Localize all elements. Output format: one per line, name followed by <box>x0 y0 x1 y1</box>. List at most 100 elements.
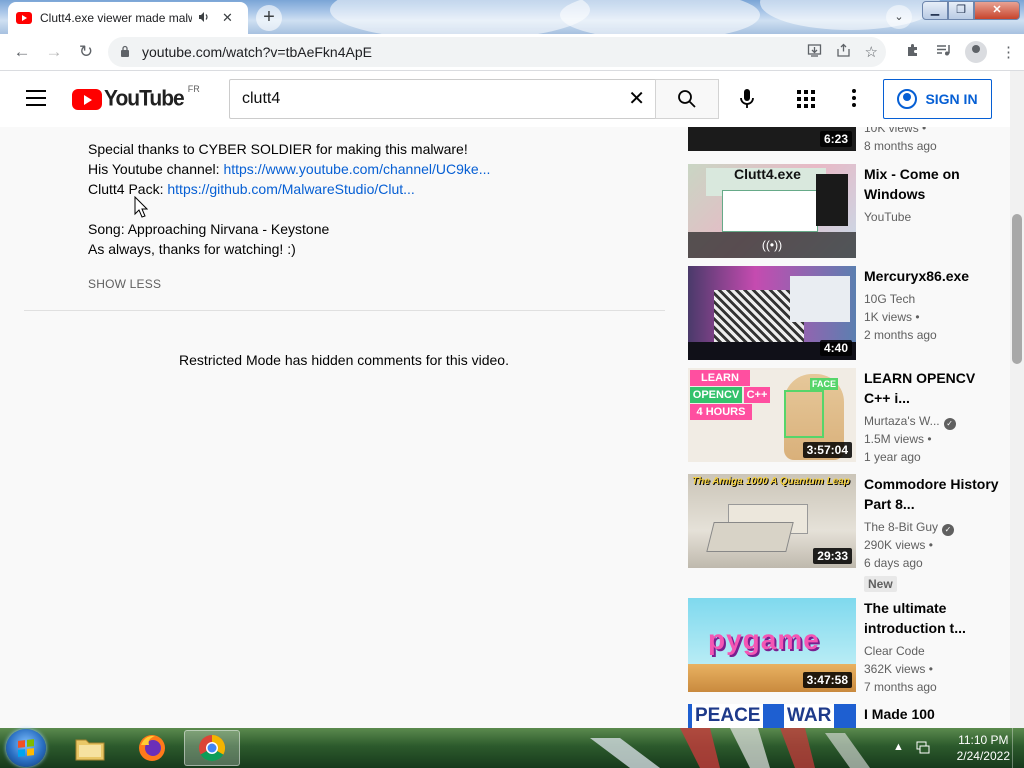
browser-tab-strip: Clutt4.exe viewer made malware ✕ + ⌄ ▁ ❐… <box>0 0 1024 34</box>
description-line: As always, thanks for watching! :) <box>88 241 296 257</box>
thumbnail-text: OPENCV <box>690 387 742 403</box>
video-channel[interactable]: YouTube <box>864 208 1004 226</box>
video-thumbnail[interactable]: Clutt4.exe ((•)) <box>688 164 856 258</box>
browser-tab-active[interactable]: Clutt4.exe viewer made malware ✕ <box>8 2 248 34</box>
video-info: Mercuryx86.exe 10G Tech 1K views • 2 mon… <box>864 266 1004 344</box>
install-app-icon[interactable] <box>807 43 822 62</box>
firefox-icon <box>139 735 165 761</box>
browser-right-tools: ⋮ <box>905 37 1016 67</box>
video-title[interactable]: Mix - Come on Windows <box>864 164 1004 204</box>
window-controls: ▁ ❐ ✕ <box>922 1 1020 20</box>
media-controls-icon[interactable] <box>935 42 951 62</box>
search-button[interactable] <box>655 79 719 119</box>
verified-check-icon: ✓ <box>943 418 956 430</box>
video-thumbnail[interactable]: PEACE WAR <box>688 704 856 728</box>
search-icon <box>678 90 696 108</box>
video-title[interactable]: I Made 100 <box>864 704 1004 724</box>
show-less-button[interactable]: SHOW LESS <box>88 277 161 291</box>
video-title[interactable]: Commodore History Part 8... <box>864 474 1004 514</box>
video-thumbnail[interactable]: The Amiga 1000 A Quantum Leap 29:33 <box>688 474 856 568</box>
extensions-puzzle-icon[interactable] <box>905 42 921 62</box>
video-thumbnail[interactable]: LEARN OPENCV C++ 4 HOURS FACE 3:57:04 <box>688 368 856 462</box>
taskbar-explorer[interactable] <box>62 730 118 766</box>
maximize-button[interactable]: ❐ <box>948 1 974 20</box>
video-channel[interactable]: Clear Code <box>864 642 1004 660</box>
video-age: 2 months ago <box>864 328 937 342</box>
video-channel[interactable]: Murtaza's W... ✓ <box>864 412 1004 430</box>
youtube-wordmark: YouTube <box>104 86 185 111</box>
description-line: Special thanks to CYBER SOLDIER for maki… <box>88 141 468 157</box>
sky-cloud <box>330 0 590 34</box>
profile-avatar-icon[interactable] <box>965 41 987 63</box>
browser-toolbar: ← → ↻ youtube.com/watch?v=tbAeFkn4ApE ☆ … <box>0 34 1024 71</box>
tab-search-chevron-icon[interactable]: ⌄ <box>886 5 912 29</box>
network-icon[interactable] <box>916 741 930 758</box>
github-link[interactable]: https://github.com/MalwareStudio/Clut... <box>167 181 414 197</box>
thumbnail-text: LEARN <box>690 370 750 386</box>
recommended-video[interactable]: 4:40 Mercuryx86.exe 10G Tech 1K views • … <box>688 266 1008 360</box>
chrome-menu-icon[interactable]: ⋮ <box>1001 43 1016 61</box>
thumbnail-text: WAR <box>784 704 835 728</box>
video-description: Special thanks to CYBER SOLDIER for maki… <box>88 127 490 259</box>
video-channel[interactable]: The 8-Bit Guy ✓ <box>864 518 1004 536</box>
search-query: clutt4 <box>242 90 281 107</box>
recommended-video[interactable]: pygame 3:47:58 The ultimate introduction… <box>688 598 1008 694</box>
taskbar-chrome[interactable] <box>184 730 240 766</box>
omnibox-actions: ☆ <box>807 37 878 67</box>
clock[interactable]: 11:10 PM 2/24/2022 <box>957 732 1010 764</box>
minimize-button[interactable]: ▁ <box>922 1 948 20</box>
start-button[interactable] <box>6 729 46 767</box>
youtube-logo[interactable]: YouTube FR <box>72 84 200 111</box>
video-views: 10K views • <box>864 127 927 135</box>
close-window-button[interactable]: ✕ <box>974 1 1020 20</box>
system-tray: ▲ <box>893 741 930 758</box>
recommendations-sidebar: 6:23 10K views • 8 months ago Clutt4.exe… <box>680 127 1010 728</box>
show-hidden-icons-arrow-icon[interactable]: ▲ <box>893 741 904 758</box>
clear-search-icon[interactable]: ✕ <box>628 88 645 110</box>
page-scrollbar[interactable] <box>1010 71 1024 728</box>
video-thumbnail[interactable]: pygame 3:47:58 <box>688 598 856 692</box>
description-line: Song: Approaching Nirvana - Keystone <box>88 221 330 237</box>
bookmark-star-icon[interactable]: ☆ <box>865 43 878 61</box>
forward-arrow-icon[interactable]: → <box>38 36 70 68</box>
video-title[interactable]: The ultimate introduction t... <box>864 598 1004 638</box>
video-thumbnail[interactable]: 6:23 <box>688 127 856 151</box>
lock-icon[interactable] <box>120 45 130 60</box>
apps-grid-icon[interactable] <box>797 90 815 108</box>
back-arrow-icon[interactable]: ← <box>6 36 38 68</box>
video-title[interactable]: Mercuryx86.exe <box>864 266 1004 286</box>
sign-in-label: SIGN IN <box>925 91 978 107</box>
recommended-video[interactable]: The Amiga 1000 A Quantum Leap 29:33 Comm… <box>688 474 1008 592</box>
recommended-video[interactable]: PEACE WAR I Made 100 <box>688 704 1008 728</box>
taskbar-firefox[interactable] <box>124 730 180 766</box>
address-bar[interactable]: youtube.com/watch?v=tbAeFkn4ApE ☆ <box>108 37 886 67</box>
recommended-video[interactable]: Clutt4.exe ((•)) Mix - Come on Windows Y… <box>688 164 1008 258</box>
video-thumbnail[interactable]: 4:40 <box>688 266 856 360</box>
video-channel[interactable]: 10G Tech <box>864 290 1004 308</box>
video-age: 1 year ago <box>864 450 921 464</box>
voice-search-button[interactable] <box>734 86 760 112</box>
thumbnail-text: PEACE <box>692 704 764 728</box>
clock-date: 2/24/2022 <box>956 749 1010 763</box>
tab-close-button[interactable]: ✕ <box>222 10 233 26</box>
video-views: 362K views • <box>864 662 933 676</box>
recommended-video[interactable]: 6:23 10K views • 8 months ago <box>688 127 1008 153</box>
sign-in-button[interactable]: SIGN IN <box>883 79 992 119</box>
scrollbar-thumb[interactable] <box>1012 214 1022 364</box>
reload-icon[interactable]: ↻ <box>70 36 102 68</box>
video-duration: 4:40 <box>819 340 852 356</box>
video-views: 1K views • <box>864 310 920 324</box>
channel-link[interactable]: https://www.youtube.com/channel/UC9ke... <box>223 161 490 177</box>
video-title[interactable]: LEARN OPENCV C++ i... <box>864 368 1004 408</box>
recommended-video[interactable]: LEARN OPENCV C++ 4 HOURS FACE 3:57:04 LE… <box>688 368 1008 464</box>
show-desktop-button[interactable] <box>1012 728 1024 768</box>
share-icon[interactable] <box>836 43 851 62</box>
hamburger-menu-icon[interactable] <box>26 90 46 106</box>
chrome-icon <box>199 734 226 762</box>
speaker-icon[interactable] <box>198 11 210 26</box>
settings-more-icon[interactable] <box>850 89 858 109</box>
new-tab-button[interactable]: + <box>256 5 282 31</box>
tab-title: Clutt4.exe viewer made malware <box>40 11 192 25</box>
search-input[interactable]: clutt4 ✕ <box>229 79 656 119</box>
